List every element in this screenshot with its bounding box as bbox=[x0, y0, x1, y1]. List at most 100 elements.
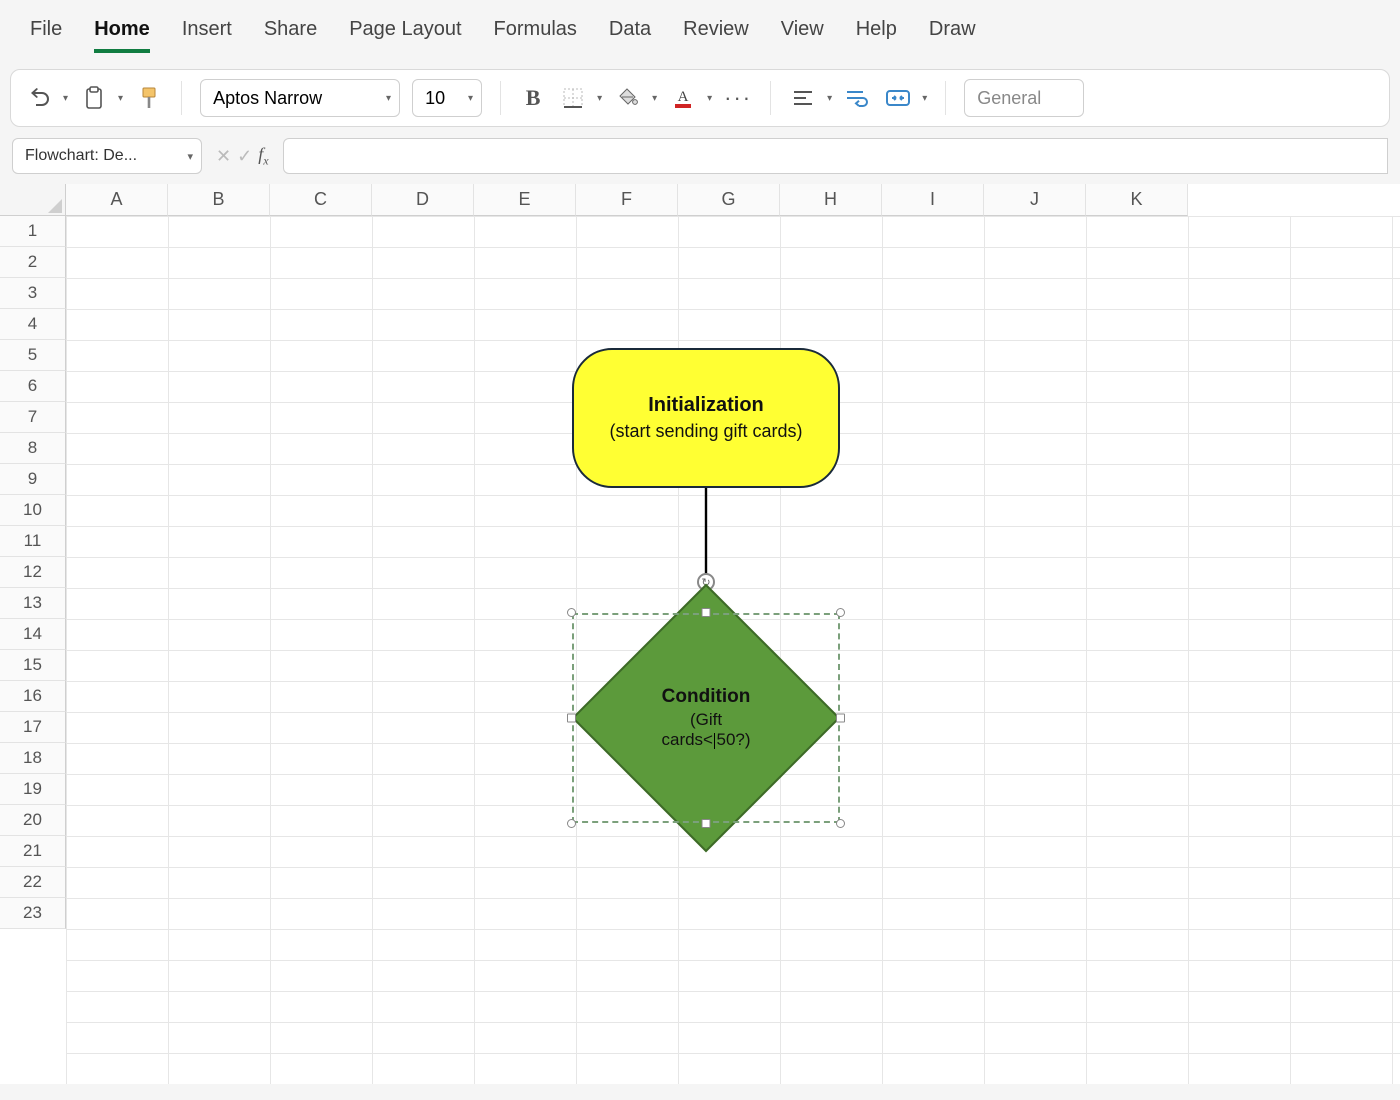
wrap-text-button[interactable] bbox=[844, 84, 872, 112]
row-header[interactable]: 5 bbox=[0, 340, 66, 371]
font-size-value: 10 bbox=[425, 88, 445, 109]
resize-handle[interactable] bbox=[702, 819, 711, 828]
clipboard-button[interactable] bbox=[80, 84, 108, 112]
decision-text[interactable]: Condition (Gift cards<50?) bbox=[572, 686, 840, 750]
row-header[interactable]: 22 bbox=[0, 867, 66, 898]
row-header[interactable]: 20 bbox=[0, 805, 66, 836]
column-header[interactable]: A bbox=[66, 184, 168, 216]
row-header[interactable]: 18 bbox=[0, 743, 66, 774]
decision-title: Condition bbox=[572, 686, 840, 708]
resize-handle[interactable] bbox=[836, 819, 845, 828]
borders-button[interactable] bbox=[559, 84, 587, 112]
menu-tabs: File Home Insert Share Page Layout Formulas Da… bbox=[0, 0, 1400, 65]
name-box[interactable]: Flowchart: De... ▾ bbox=[12, 138, 202, 174]
more-options-button[interactable]: ··· bbox=[724, 84, 752, 112]
format-painter-button[interactable] bbox=[135, 84, 163, 112]
row-header[interactable]: 21 bbox=[0, 836, 66, 867]
font-color-dropdown-icon[interactable]: ▾ bbox=[707, 93, 712, 104]
cells-area[interactable]: Initialization (start sending gift cards… bbox=[66, 216, 1400, 1084]
column-headers[interactable]: ABCDEFGHIJK bbox=[66, 184, 1400, 216]
column-header[interactable]: I bbox=[882, 184, 984, 216]
formula-bar-row: Flowchart: De... ▾ ✕ ✓ fx bbox=[0, 135, 1400, 182]
align-button[interactable] bbox=[789, 84, 817, 112]
column-header[interactable]: G bbox=[678, 184, 780, 216]
row-header[interactable]: 2 bbox=[0, 247, 66, 278]
tab-draw[interactable]: Draw bbox=[929, 18, 976, 53]
resize-handle[interactable] bbox=[836, 608, 845, 617]
row-header[interactable]: 8 bbox=[0, 433, 66, 464]
column-header[interactable]: H bbox=[780, 184, 882, 216]
resize-handle[interactable] bbox=[567, 819, 576, 828]
column-header[interactable]: D bbox=[372, 184, 474, 216]
row-header[interactable]: 19 bbox=[0, 774, 66, 805]
resize-handle[interactable] bbox=[567, 714, 576, 723]
resize-handle[interactable] bbox=[702, 608, 711, 617]
tab-insert[interactable]: Insert bbox=[182, 18, 232, 53]
name-box-value: Flowchart: De... bbox=[25, 147, 137, 165]
row-header[interactable]: 15 bbox=[0, 650, 66, 681]
row-header[interactable]: 12 bbox=[0, 557, 66, 588]
column-header[interactable]: C bbox=[270, 184, 372, 216]
row-header[interactable]: 4 bbox=[0, 309, 66, 340]
font-size-select[interactable]: 10 ▾ bbox=[412, 79, 482, 117]
formula-controls: ✕ ✓ fx bbox=[210, 144, 275, 169]
borders-dropdown-icon[interactable]: ▾ bbox=[597, 93, 602, 104]
decision-line-2: (Gift bbox=[572, 710, 840, 730]
font-name-select[interactable]: Aptos Narrow ▾ bbox=[200, 79, 400, 117]
cancel-formula-button[interactable]: ✕ bbox=[216, 146, 231, 167]
tab-review[interactable]: Review bbox=[683, 18, 749, 53]
row-header[interactable]: 3 bbox=[0, 278, 66, 309]
column-header[interactable]: E bbox=[474, 184, 576, 216]
fill-color-button[interactable] bbox=[614, 84, 642, 112]
row-header[interactable]: 11 bbox=[0, 526, 66, 557]
terminator-title: Initialization bbox=[648, 394, 764, 417]
row-header[interactable]: 9 bbox=[0, 464, 66, 495]
resize-handle[interactable] bbox=[836, 714, 845, 723]
row-header[interactable]: 23 bbox=[0, 898, 66, 929]
tab-page-layout[interactable]: Page Layout bbox=[349, 18, 461, 53]
separator bbox=[770, 81, 771, 115]
fx-icon[interactable]: fx bbox=[258, 144, 268, 169]
number-format-value: General bbox=[977, 88, 1041, 109]
select-all-corner[interactable] bbox=[0, 184, 66, 216]
row-header[interactable]: 13 bbox=[0, 588, 66, 619]
tab-home[interactable]: Home bbox=[94, 18, 150, 53]
column-header[interactable]: J bbox=[984, 184, 1086, 216]
tab-formulas[interactable]: Formulas bbox=[494, 18, 577, 53]
tab-file[interactable]: File bbox=[30, 18, 62, 53]
tab-help[interactable]: Help bbox=[856, 18, 897, 53]
bold-button[interactable]: B bbox=[519, 84, 547, 112]
accept-formula-button[interactable]: ✓ bbox=[237, 146, 252, 167]
column-header[interactable]: B bbox=[168, 184, 270, 216]
row-header[interactable]: 6 bbox=[0, 371, 66, 402]
number-format-select[interactable]: General bbox=[964, 79, 1084, 117]
flowchart-decision-shape[interactable]: ↻ Condition (Gift cards<50?) bbox=[572, 613, 840, 823]
chevron-down-icon: ▾ bbox=[468, 93, 473, 104]
undo-button[interactable] bbox=[25, 84, 53, 112]
row-header[interactable]: 10 bbox=[0, 495, 66, 526]
flowchart-terminator-shape[interactable]: Initialization (start sending gift cards… bbox=[572, 348, 840, 488]
clipboard-dropdown-icon[interactable]: ▾ bbox=[118, 93, 123, 104]
tab-data[interactable]: Data bbox=[609, 18, 651, 53]
row-header[interactable]: 7 bbox=[0, 402, 66, 433]
align-dropdown-icon[interactable]: ▾ bbox=[827, 93, 832, 104]
merge-button[interactable] bbox=[884, 84, 912, 112]
formula-bar-input[interactable] bbox=[283, 138, 1388, 174]
row-header[interactable]: 16 bbox=[0, 681, 66, 712]
column-header[interactable]: F bbox=[576, 184, 678, 216]
column-header[interactable]: K bbox=[1086, 184, 1188, 216]
undo-dropdown-icon[interactable]: ▾ bbox=[63, 93, 68, 104]
row-header[interactable]: 17 bbox=[0, 712, 66, 743]
separator bbox=[181, 81, 182, 115]
row-header[interactable]: 14 bbox=[0, 619, 66, 650]
tab-view[interactable]: View bbox=[781, 18, 824, 53]
fill-dropdown-icon[interactable]: ▾ bbox=[652, 93, 657, 104]
merge-dropdown-icon[interactable]: ▾ bbox=[922, 93, 927, 104]
decision-line-3: cards<50?) bbox=[572, 730, 840, 750]
resize-handle[interactable] bbox=[567, 608, 576, 617]
row-header[interactable]: 1 bbox=[0, 216, 66, 247]
font-color-button[interactable]: A bbox=[669, 84, 697, 112]
tab-share[interactable]: Share bbox=[264, 18, 317, 53]
spreadsheet-area: ABCDEFGHIJK 1234567891011121314151617181… bbox=[0, 184, 1400, 1084]
row-headers[interactable]: 1234567891011121314151617181920212223 bbox=[0, 216, 66, 929]
